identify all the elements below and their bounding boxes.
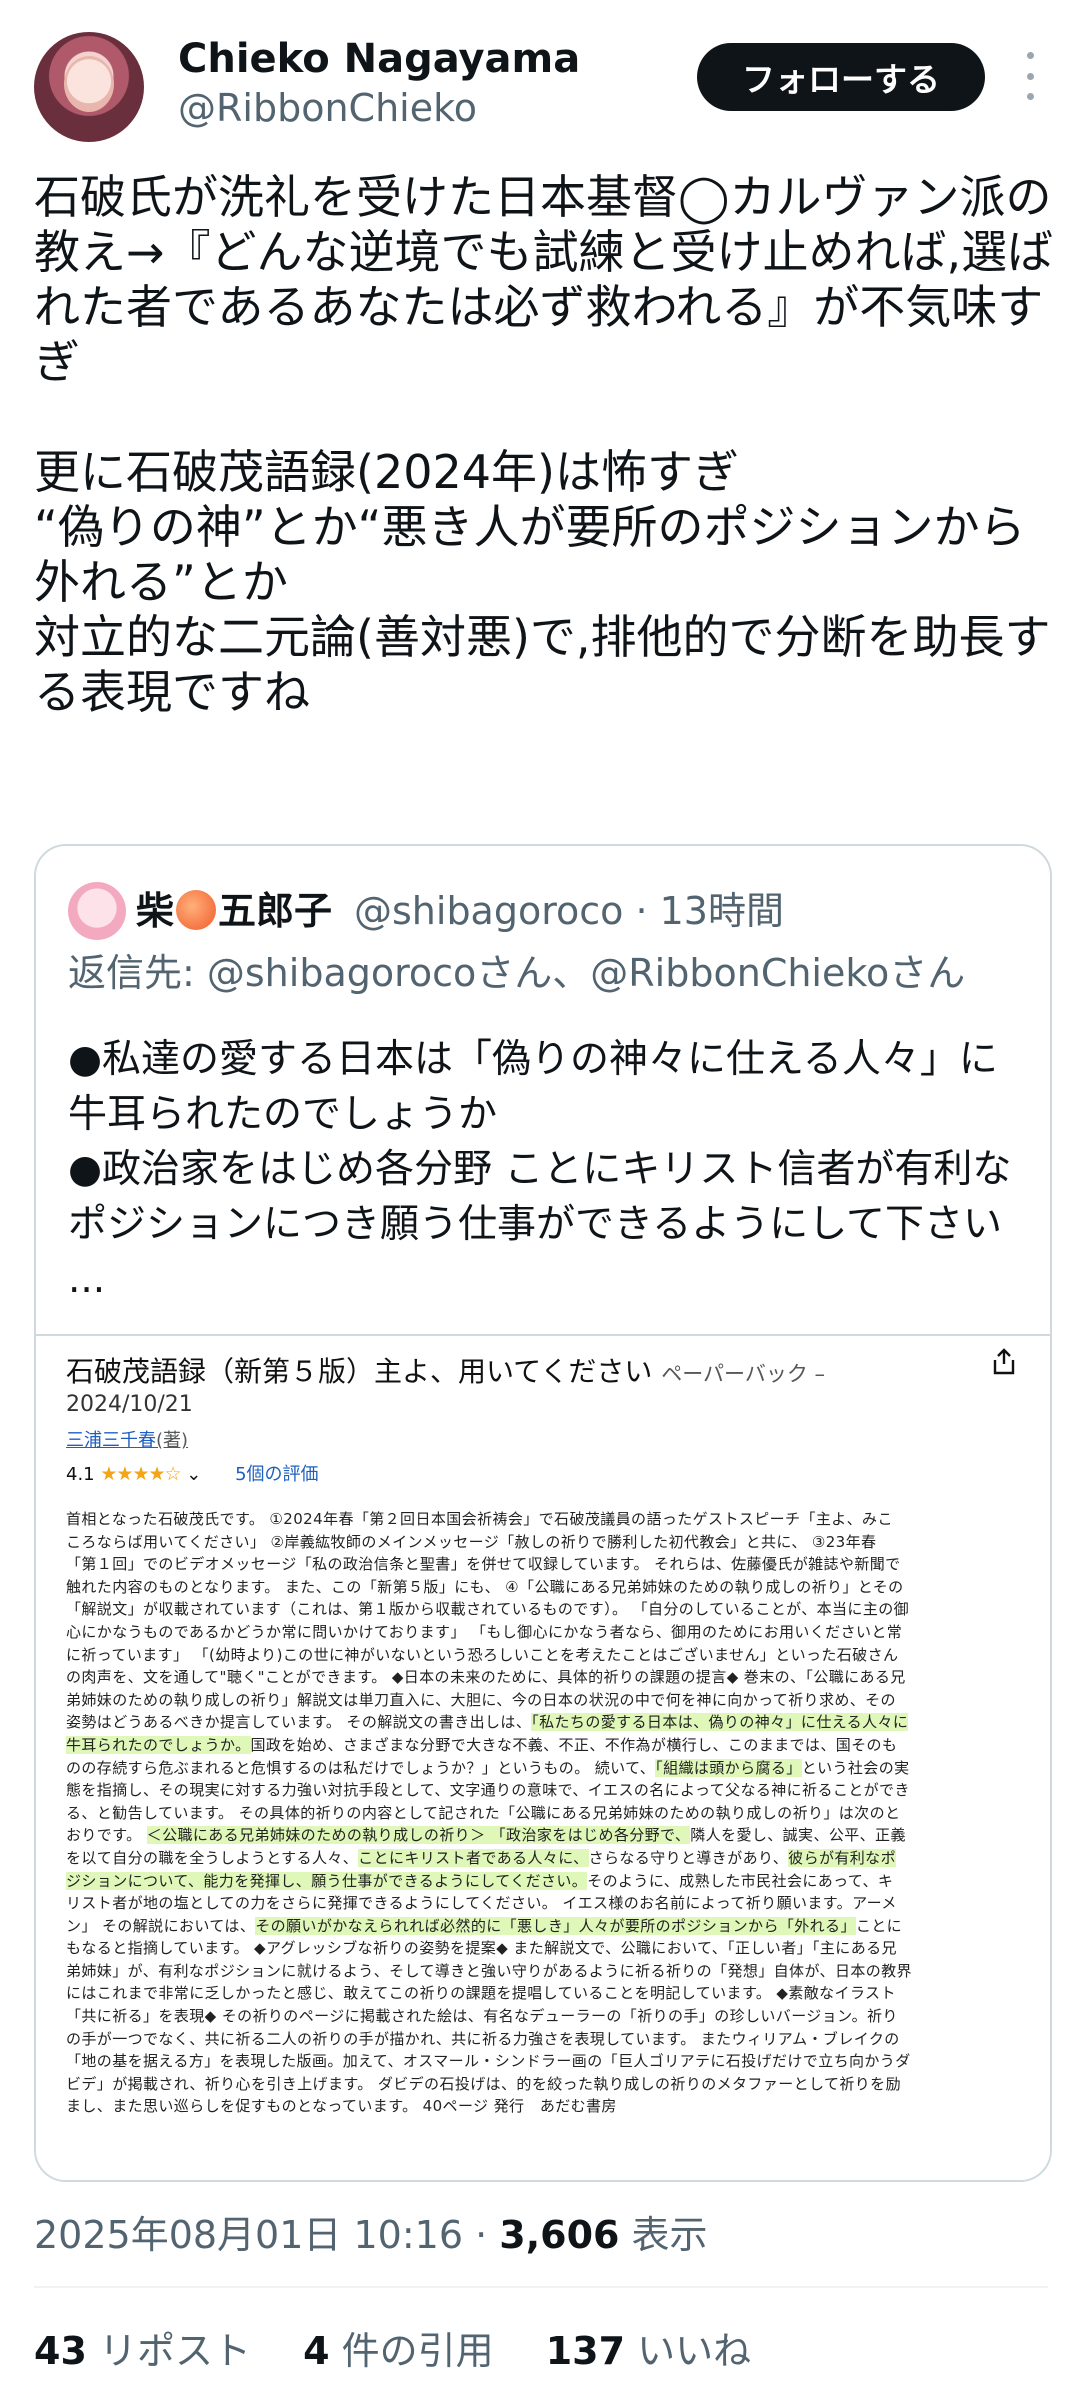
book-title-text: 石破茂語録（新第５版）主よ、用いてください — [66, 1355, 653, 1388]
desc-highlight: ＜公職にある兄弟姉妹のための執り成しの祈り＞ 「政治家をはじめ各分野で、 — [146, 1826, 691, 1845]
desc-line: ころならば用いてください」 ②岸義紘牧師のメインメッセージ「赦しの祈りで勝利した… — [66, 1532, 877, 1551]
author-avatar[interactable] — [34, 32, 144, 142]
divider — [34, 2286, 1048, 2288]
desc-highlight: 「私たちの愛する日本は、偽りの神々」に仕える人々に — [531, 1713, 909, 1732]
desc-line: リスト者が地の塩としての力をさらに発揮できるようにしてください。 イエス様のお名… — [66, 1894, 897, 1913]
more-options-icon[interactable] — [1012, 52, 1048, 100]
quoted-name-part: 柴 — [136, 889, 175, 933]
book-description: 首相となった石破茂氏です。 ①2024年春「第２回日本国会祈祷会」で石破茂議員の… — [66, 1508, 1026, 2118]
desc-text: を以て自分の職を全うしようとする人々、 — [66, 1848, 359, 1867]
book-author: 三浦三千春(著) — [66, 1426, 188, 1452]
tweet-line: “偽りの神”とか“悪き人が要所のポジションから外れる”とか — [34, 500, 1026, 609]
attached-image-book-listing[interactable]: 石破茂語録（新第５版）主よ、用いてください ペーパーバック – 2024/10/… — [36, 1334, 1050, 2180]
desc-line: 牛耳られたのでしょうか。国政を始め、さまざまな分野で大きな不義、不正、不作為が横… — [66, 1734, 1026, 1757]
desc-line: 首相となった石破茂氏です。 ①2024年春「第２回日本国会祈祷会」で石破茂議員の… — [66, 1510, 893, 1528]
desc-line: まし、また思い巡らしを促すものとなっています。 40ページ 発行 あだむ書房 — [66, 2097, 617, 2116]
desc-line: 「共に祈る」を表現◆ その祈りのページに掲載された絵は、有名なデューラーの「祈り… — [66, 2007, 898, 2026]
timestamp-text: 2025年08月01日 10:16 · — [34, 2213, 500, 2257]
views-count: 3,606 — [499, 2213, 620, 2257]
share-icon — [993, 1348, 1015, 1375]
desc-text: 隣人を愛し、誠実、公平、正義 — [690, 1826, 906, 1845]
quoted-author-avatar[interactable] — [68, 882, 126, 940]
quotes-label: 件の引用 — [329, 2329, 494, 2373]
engagement-stats: 43 リポスト 4 件の引用 137 いいね — [34, 2320, 791, 2375]
reposts-label: リポスト — [86, 2329, 251, 2373]
desc-text: ことに — [855, 1916, 903, 1935]
desc-line: ジションについて、能力を発揮し、願う仕事ができるようにしてください。そのように、… — [66, 1870, 1026, 1893]
desc-line: る、と勧告しています。 その具体的祈りの内容として記された「公職にある兄弟姉妹の… — [66, 1803, 901, 1822]
desc-text: さらなる守りと導きがあり、 — [588, 1848, 789, 1867]
desc-line: 「地の基を据える方」を表現した版画。加えて、オスマール・シンドラー画の「巨人ゴリ… — [66, 2052, 911, 2071]
desc-line: ン」 その解説においては、その願いがかなえられれば必然的に「悪しき」人々が要所の… — [66, 1915, 1026, 1938]
likes-count: 137 — [545, 2329, 626, 2373]
desc-line: ビデ」が掲載され、祈り心を引き上げます。 ダビデの石投げは、的を絞った執り成しの… — [66, 2074, 901, 2093]
desc-highlight: ことにキリスト者である人々に、 — [358, 1848, 589, 1867]
quotes-count: 4 — [303, 2329, 330, 2373]
reposts-count: 43 — [34, 2329, 87, 2373]
tweet-line: 対立的な二元論(善対悪)で,排他的で分断を助長する表現ですね — [34, 610, 1051, 719]
author-handle[interactable]: @RibbonChieko — [178, 86, 477, 130]
desc-line: 弟姉妹のための執り成しの祈り」解説文は単刀直入に、大胆に、今の日本の状況の中で何… — [66, 1690, 896, 1709]
quotes-stat[interactable]: 4 件の引用 — [303, 2329, 494, 2373]
quoted-text: ●私達の愛する日本は「偽りの神々に仕える人々」に牛耳られたのでしょうか ●政治家… — [68, 1032, 1028, 1307]
desc-line: 姿勢はどうあるべきか提言しています。 その解説文の書き出しは、「私たちの愛する日… — [66, 1711, 1026, 1734]
desc-text: ン」 その解説においては、 — [66, 1916, 256, 1935]
quoted-text-line: ●政治家をはじめ各分野 ことにキリスト信者が有利なポジションにつき願う仕事ができ… — [68, 1147, 1012, 1302]
desc-line: 「第１回」でのビデオメッセージ「私の政治信条と聖書」を併せて収録しています。 そ… — [66, 1555, 901, 1574]
rating-count: 5個の評価 — [235, 1464, 319, 1485]
desc-highlight: 牛耳られたのでしょうか。 — [66, 1735, 251, 1754]
book-date: 2024/10/21 — [66, 1392, 193, 1417]
desc-line: 触れた内容のものとなります。 また、この「新第５版」にも、 ④「公職にある兄弟姉… — [66, 1577, 904, 1596]
quoted-handle-time: @shibagoroco · 13時間 — [354, 889, 784, 933]
views-label: 表示 — [619, 2213, 708, 2257]
desc-line: 弟姉妹」が、有利なポジションに就けるよう、そして導きと強い守りがあるように祈る祈… — [66, 1961, 912, 1980]
desc-line: にはこれまで非常に乏しかったと感じ、敢えてこの祈りの課題を提唱していることを明記… — [66, 1984, 896, 2003]
desc-line: のの存続すら危ぶまれると危惧するのは私だけでしょうか？」というもの。 続いて、「… — [66, 1757, 1026, 1780]
rating-stars: ★★★★☆ — [100, 1463, 181, 1485]
quoted-text-line: ●私達の愛する日本は「偽りの神々に仕える人々」に牛耳られたのでしょうか — [68, 1037, 998, 1137]
reposts-stat[interactable]: 43 リポスト — [34, 2329, 251, 2373]
book-rating: 4.1 ★★★★☆ ⌄ 5個の評価 — [66, 1463, 319, 1485]
desc-line: もなると指摘しています。 ◆アグレッシブな祈りの姿勢を提案◆ また解説文で、公職… — [66, 1939, 897, 1958]
desc-text: 姿勢はどうあるべきか提言しています。 その解説文の書き出しは、 — [66, 1713, 532, 1732]
desc-line: おりです。 ＜公職にある兄弟姉妹のための執り成しの祈り＞ 「政治家をはじめ各分野… — [66, 1824, 1026, 1847]
desc-highlight: その願いがかなえられれば必然的に「悪しき」人々が要所のポジションから「外れる」 — [255, 1916, 856, 1935]
desc-text: そのように、成熟した市民社会にあって、キ — [587, 1871, 894, 1890]
desc-line: に祈っています」 「(幼時より)この世に神がいないという恐ろしいことを考えたこと… — [66, 1645, 899, 1664]
book-author-role: (著) — [156, 1430, 189, 1451]
desc-highlight: ジションについて、能力を発揮し、願う仕事ができるようにしてください。 — [66, 1871, 588, 1890]
book-title: 石破茂語録（新第５版）主よ、用いてください ペーパーバック – — [66, 1350, 825, 1390]
quoted-author-name[interactable]: 柴五郎子 — [136, 880, 332, 935]
tweet-header: Chieko Nagayama @RibbonChieko フォローする — [0, 0, 1080, 142]
desc-line: 心にかなうものであるかどうか常に問いかけております」 「もし御心にかなう者なら、… — [66, 1622, 903, 1641]
follow-button[interactable]: フォローする — [697, 43, 985, 111]
quoted-name-part: 五郎子 — [218, 889, 333, 933]
tweet-body: 石破氏が洗礼を受けた日本基督◯カルヴァン派の教え→『どんな逆境でも試練と受け止め… — [34, 170, 1054, 720]
rating-value: 4.1 — [66, 1464, 95, 1485]
tweet-timestamp[interactable]: 2025年08月01日 10:16 · 3,606 表示 — [34, 2204, 708, 2259]
book-format: ペーパーバック – — [661, 1362, 825, 1386]
desc-line: 態を指摘し、その現実に対する力強い対抗手段として、文字通りの意味で、イエスの名に… — [66, 1781, 910, 1800]
quoted-tweet[interactable]: 柴五郎子 @shibagoroco · 13時間 返信先: @shibagoro… — [34, 844, 1052, 2182]
desc-line: の肉声を、文を通して"聴く"ことができます。 ◆日本の未来のために、具体的祈りの… — [66, 1668, 906, 1687]
likes-label: いいね — [625, 2329, 752, 2373]
tweet-line: 更に石破茂語録(2024年)は怖すぎ — [34, 445, 739, 499]
desc-text: という社会の実 — [801, 1758, 910, 1777]
reply-to-line[interactable]: 返信先: @shibagorocoさん、@RibbonChiekoさん — [68, 942, 965, 997]
book-author-name: 三浦三千春 — [66, 1430, 156, 1451]
desc-line: の手が一つでなく、共に祈る二人の祈りの手が描かれ、共に祈る力強さを表現しています… — [66, 2029, 900, 2048]
desc-highlight: 「組織は頭から腐る」 — [655, 1758, 802, 1777]
tweet-paragraph: 石破氏が洗礼を受けた日本基督◯カルヴァン派の教え→『どんな逆境でも試練と受け止め… — [34, 170, 1054, 389]
desc-line: 「解説文」が収載されています（これは、第１版から収載されているものです）。 「自… — [66, 1600, 910, 1619]
desc-text: おりです。 — [66, 1826, 147, 1845]
author-display-name[interactable]: Chieko Nagayama — [178, 36, 580, 82]
desc-line: を以て自分の職を全うしようとする人々、ことにキリスト者である人々に、さらなる守り… — [66, 1847, 1026, 1870]
likes-stat[interactable]: 137 いいね — [546, 2329, 751, 2373]
desc-text: のの存続すら危ぶまれると危惧するのは私だけでしょうか？」というもの。 続いて、 — [66, 1758, 656, 1777]
peach-icon — [176, 890, 217, 930]
desc-text: 国政を始め、さまざまな分野で大きな不義、不正、不作為が横行し、このままでは、国そ… — [250, 1735, 898, 1754]
desc-highlight: 彼らが有利なポ — [788, 1848, 896, 1867]
